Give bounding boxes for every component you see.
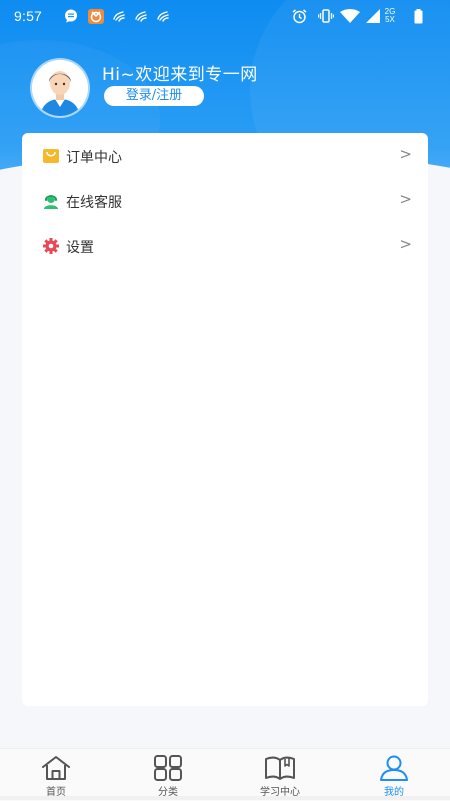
notification-icon: [134, 9, 148, 26]
network-type-label: 2G 5X: [383, 8, 397, 24]
vibrate-icon: [317, 9, 335, 26]
wifi-icon: [340, 9, 360, 26]
nav-item-category[interactable]: 分类: [112, 749, 224, 801]
menu-item-label: 设置: [66, 240, 94, 256]
status-bar: 9:57 2G 5X: [0, 0, 450, 32]
customer-service-icon: [43, 193, 59, 209]
notification-icon: [156, 9, 170, 26]
signal-icon: [366, 9, 380, 26]
user-avatar-icon[interactable]: [32, 60, 88, 116]
alarm-icon: [292, 9, 307, 27]
menu-item-label: 订单中心: [66, 150, 122, 166]
battery-icon: [414, 9, 423, 27]
login-register-button[interactable]: 登录/注册: [104, 86, 204, 106]
order-bag-icon: [43, 148, 59, 164]
chevron-right-icon: >: [399, 145, 412, 163]
person-icon: [380, 755, 408, 781]
book-icon: [265, 756, 295, 780]
nav-item-home[interactable]: 首页: [0, 749, 112, 801]
home-icon: [42, 756, 70, 780]
gesture-bar: [0, 796, 450, 800]
menu-item-orders[interactable]: 订单中心 >: [22, 134, 428, 178]
menu-item-settings[interactable]: 设置 >: [22, 224, 428, 268]
menu-item-customer-service[interactable]: 在线客服 >: [22, 179, 428, 223]
app-notification-icon: [88, 9, 104, 27]
network-label-bottom: 5X: [385, 15, 395, 24]
notification-icon: [112, 9, 126, 26]
nav-item-mine[interactable]: 我的: [338, 749, 450, 801]
menu-card: 订单中心 > 在线客服 > 设置 >: [22, 133, 428, 706]
status-time: 9:57: [14, 8, 43, 24]
greeting-text: Hi~欢迎来到专一网: [102, 65, 258, 85]
grid-icon: [154, 755, 182, 781]
message-bubble-icon: [64, 9, 78, 26]
chevron-right-icon: >: [399, 190, 412, 208]
chevron-right-icon: >: [399, 235, 412, 253]
gear-icon: [43, 238, 59, 254]
nav-item-study-center[interactable]: 学习中心: [224, 749, 336, 801]
bottom-navigation: 首页 分类 学习中心 我的: [0, 748, 450, 801]
menu-item-label: 在线客服: [66, 195, 122, 211]
